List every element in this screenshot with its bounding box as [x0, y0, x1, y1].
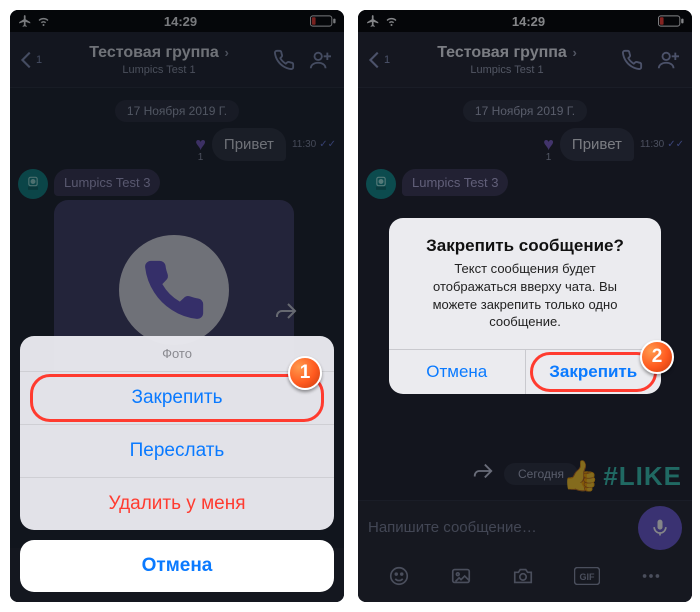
sheet-cancel[interactable]: Отмена — [20, 540, 334, 592]
action-sheet: Фото Закрепить Переслать Удалить у меня … — [20, 336, 334, 592]
phone-left: 14:29 1 Тестовая группа › Lumpics Test 1… — [10, 10, 344, 602]
sheet-delete[interactable]: Удалить у меня — [20, 478, 334, 530]
pin-alert: Закрепить сообщение? Текст сообщения буд… — [389, 218, 661, 393]
alert-cancel[interactable]: Отмена — [389, 350, 525, 394]
phone-right: 14:29 1 Тестовая группа › Lumpics Test 1… — [358, 10, 692, 602]
step-badge-1: 1 — [288, 356, 322, 390]
alert-message: Текст сообщения будет отображаться вверх… — [389, 260, 661, 348]
alert-backdrop[interactable]: Закрепить сообщение? Текст сообщения буд… — [358, 10, 692, 602]
alert-title: Закрепить сообщение? — [389, 218, 661, 260]
sheet-forward[interactable]: Переслать — [20, 425, 334, 478]
sheet-category: Фото — [20, 336, 334, 372]
sheet-pin[interactable]: Закрепить — [20, 372, 334, 425]
step-badge-2: 2 — [640, 340, 674, 374]
